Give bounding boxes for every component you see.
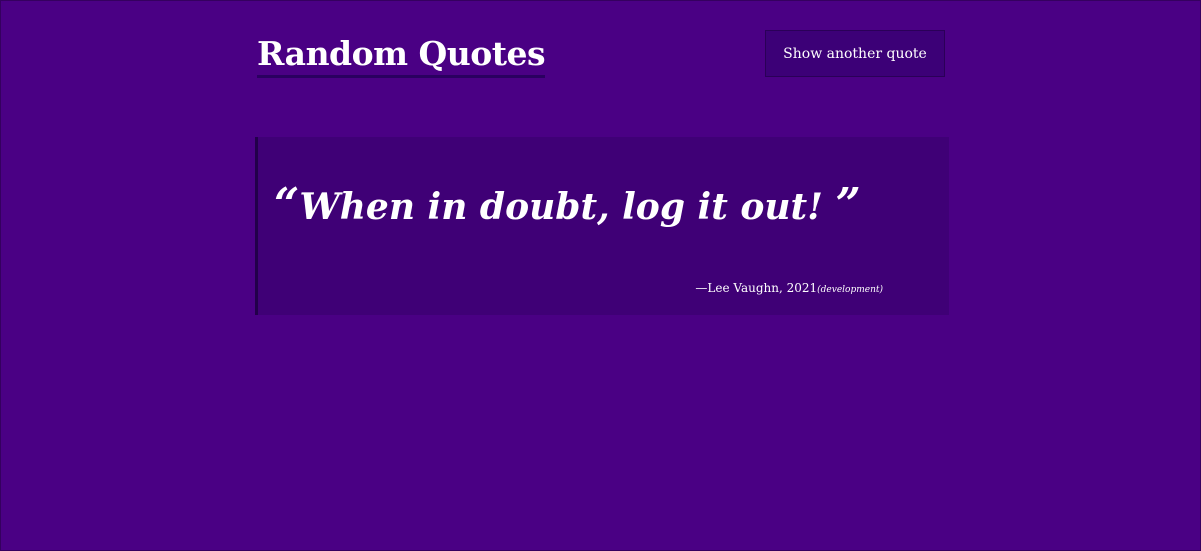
quote-text-line: “When in doubt, log it out! ” — [274, 183, 861, 229]
main-container: Random Quotes Show another quote “When i… — [255, 1, 949, 315]
quote-text: When in doubt, log it out! — [299, 186, 823, 228]
header: Random Quotes Show another quote — [255, 1, 949, 111]
author-and-year: —Lee Vaughn, 2021 — [695, 281, 818, 295]
show-another-quote-button[interactable]: Show another quote — [765, 30, 945, 77]
quote-category: (development) — [817, 285, 883, 295]
quote-attribution: —Lee Vaughn, 2021(development) — [695, 280, 883, 298]
close-quote-mark: ” — [835, 179, 861, 230]
page-title: Random Quotes — [257, 34, 546, 78]
open-quote-mark: “ — [274, 179, 300, 230]
quote-box: “When in doubt, log it out! ” —Lee Vaugh… — [255, 137, 949, 315]
